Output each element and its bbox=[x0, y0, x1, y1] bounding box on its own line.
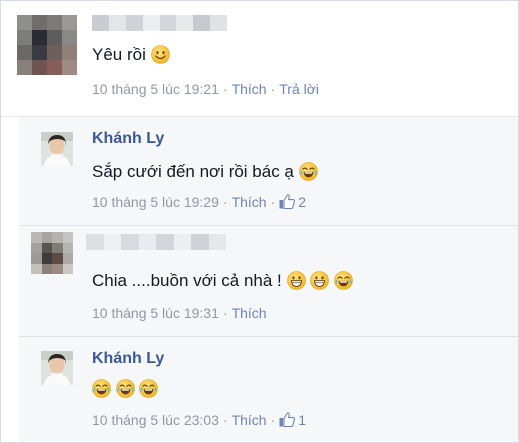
comment-meta: 10 tháng 5 lúc 19:31 · Thích bbox=[92, 305, 267, 321]
timestamp[interactable]: 10 tháng 5 lúc 19:21 bbox=[92, 81, 219, 97]
comment-meta: 10 tháng 5 lúc 19:29 · Thích · 2 bbox=[92, 194, 307, 210]
avatar-khanh-ly[interactable] bbox=[41, 351, 73, 385]
avatar-obscured[interactable] bbox=[17, 15, 77, 75]
comment-meta: 10 tháng 5 lúc 23:03 · Thích · 1 bbox=[92, 412, 307, 428]
tears-of-joy-emoji-icon bbox=[298, 162, 318, 181]
thumbs-up-icon bbox=[279, 194, 296, 209]
like-count[interactable]: 2 bbox=[279, 194, 306, 210]
like-link[interactable]: Thích bbox=[232, 81, 267, 97]
timestamp[interactable]: 10 tháng 5 lúc 19:29 bbox=[92, 194, 219, 210]
avatar-obscured[interactable] bbox=[31, 232, 73, 274]
smile-emoji-icon bbox=[150, 45, 170, 64]
reply-1: Khánh Ly Sắp cưới đến nơi rồi bác ạ 10 t… bbox=[19, 117, 518, 225]
like-link[interactable]: Thích bbox=[232, 412, 267, 428]
author-name[interactable]: Khánh Ly bbox=[92, 350, 164, 368]
comment-text: Chia ....buồn với cả nhà ! bbox=[92, 271, 353, 291]
comment-text: Sắp cưới đến nơi rồi bác ạ bbox=[92, 162, 318, 182]
reply-2: Khánh Ly 10 tháng 5 lúc 23:03 · Thích · … bbox=[19, 337, 518, 442]
reply-link[interactable]: Trả lời bbox=[279, 81, 319, 97]
tears-of-joy-emoji-icon bbox=[92, 379, 111, 398]
like-link[interactable]: Thích bbox=[232, 305, 267, 321]
comment-text: Yêu rồi bbox=[92, 45, 170, 65]
thumbs-up-icon bbox=[279, 412, 296, 427]
author-name-obscured[interactable] bbox=[86, 234, 226, 250]
comment-meta: 10 tháng 5 lúc 19:21 · Thích · Trả lời bbox=[92, 81, 320, 97]
like-link[interactable]: Thích bbox=[232, 194, 267, 210]
tears-of-joy-emoji-icon bbox=[334, 271, 353, 290]
timestamp[interactable]: 10 tháng 5 lúc 19:31 bbox=[92, 305, 219, 321]
comment-2: Chia ....buồn với cả nhà ! 10 tháng 5 lú… bbox=[19, 226, 518, 336]
grin-emoji-icon bbox=[310, 271, 330, 290]
avatar-khanh-ly[interactable] bbox=[41, 132, 73, 166]
author-name-obscured[interactable] bbox=[92, 15, 227, 31]
tears-of-joy-emoji-icon bbox=[115, 379, 135, 398]
grin-emoji-icon bbox=[286, 271, 306, 290]
comment-1: Yêu rồi 10 tháng 5 lúc 19:21 · Thích · Trả l… bbox=[1, 1, 518, 116]
tears-of-joy-emoji-icon bbox=[139, 379, 159, 398]
comment-text bbox=[92, 379, 159, 399]
comment-thread: Yêu rồi 10 tháng 5 lúc 19:21 · Thích · Trả l… bbox=[0, 0, 519, 443]
timestamp[interactable]: 10 tháng 5 lúc 23:03 bbox=[92, 412, 219, 428]
author-name[interactable]: Khánh Ly bbox=[92, 130, 164, 148]
like-count[interactable]: 1 bbox=[279, 412, 306, 428]
